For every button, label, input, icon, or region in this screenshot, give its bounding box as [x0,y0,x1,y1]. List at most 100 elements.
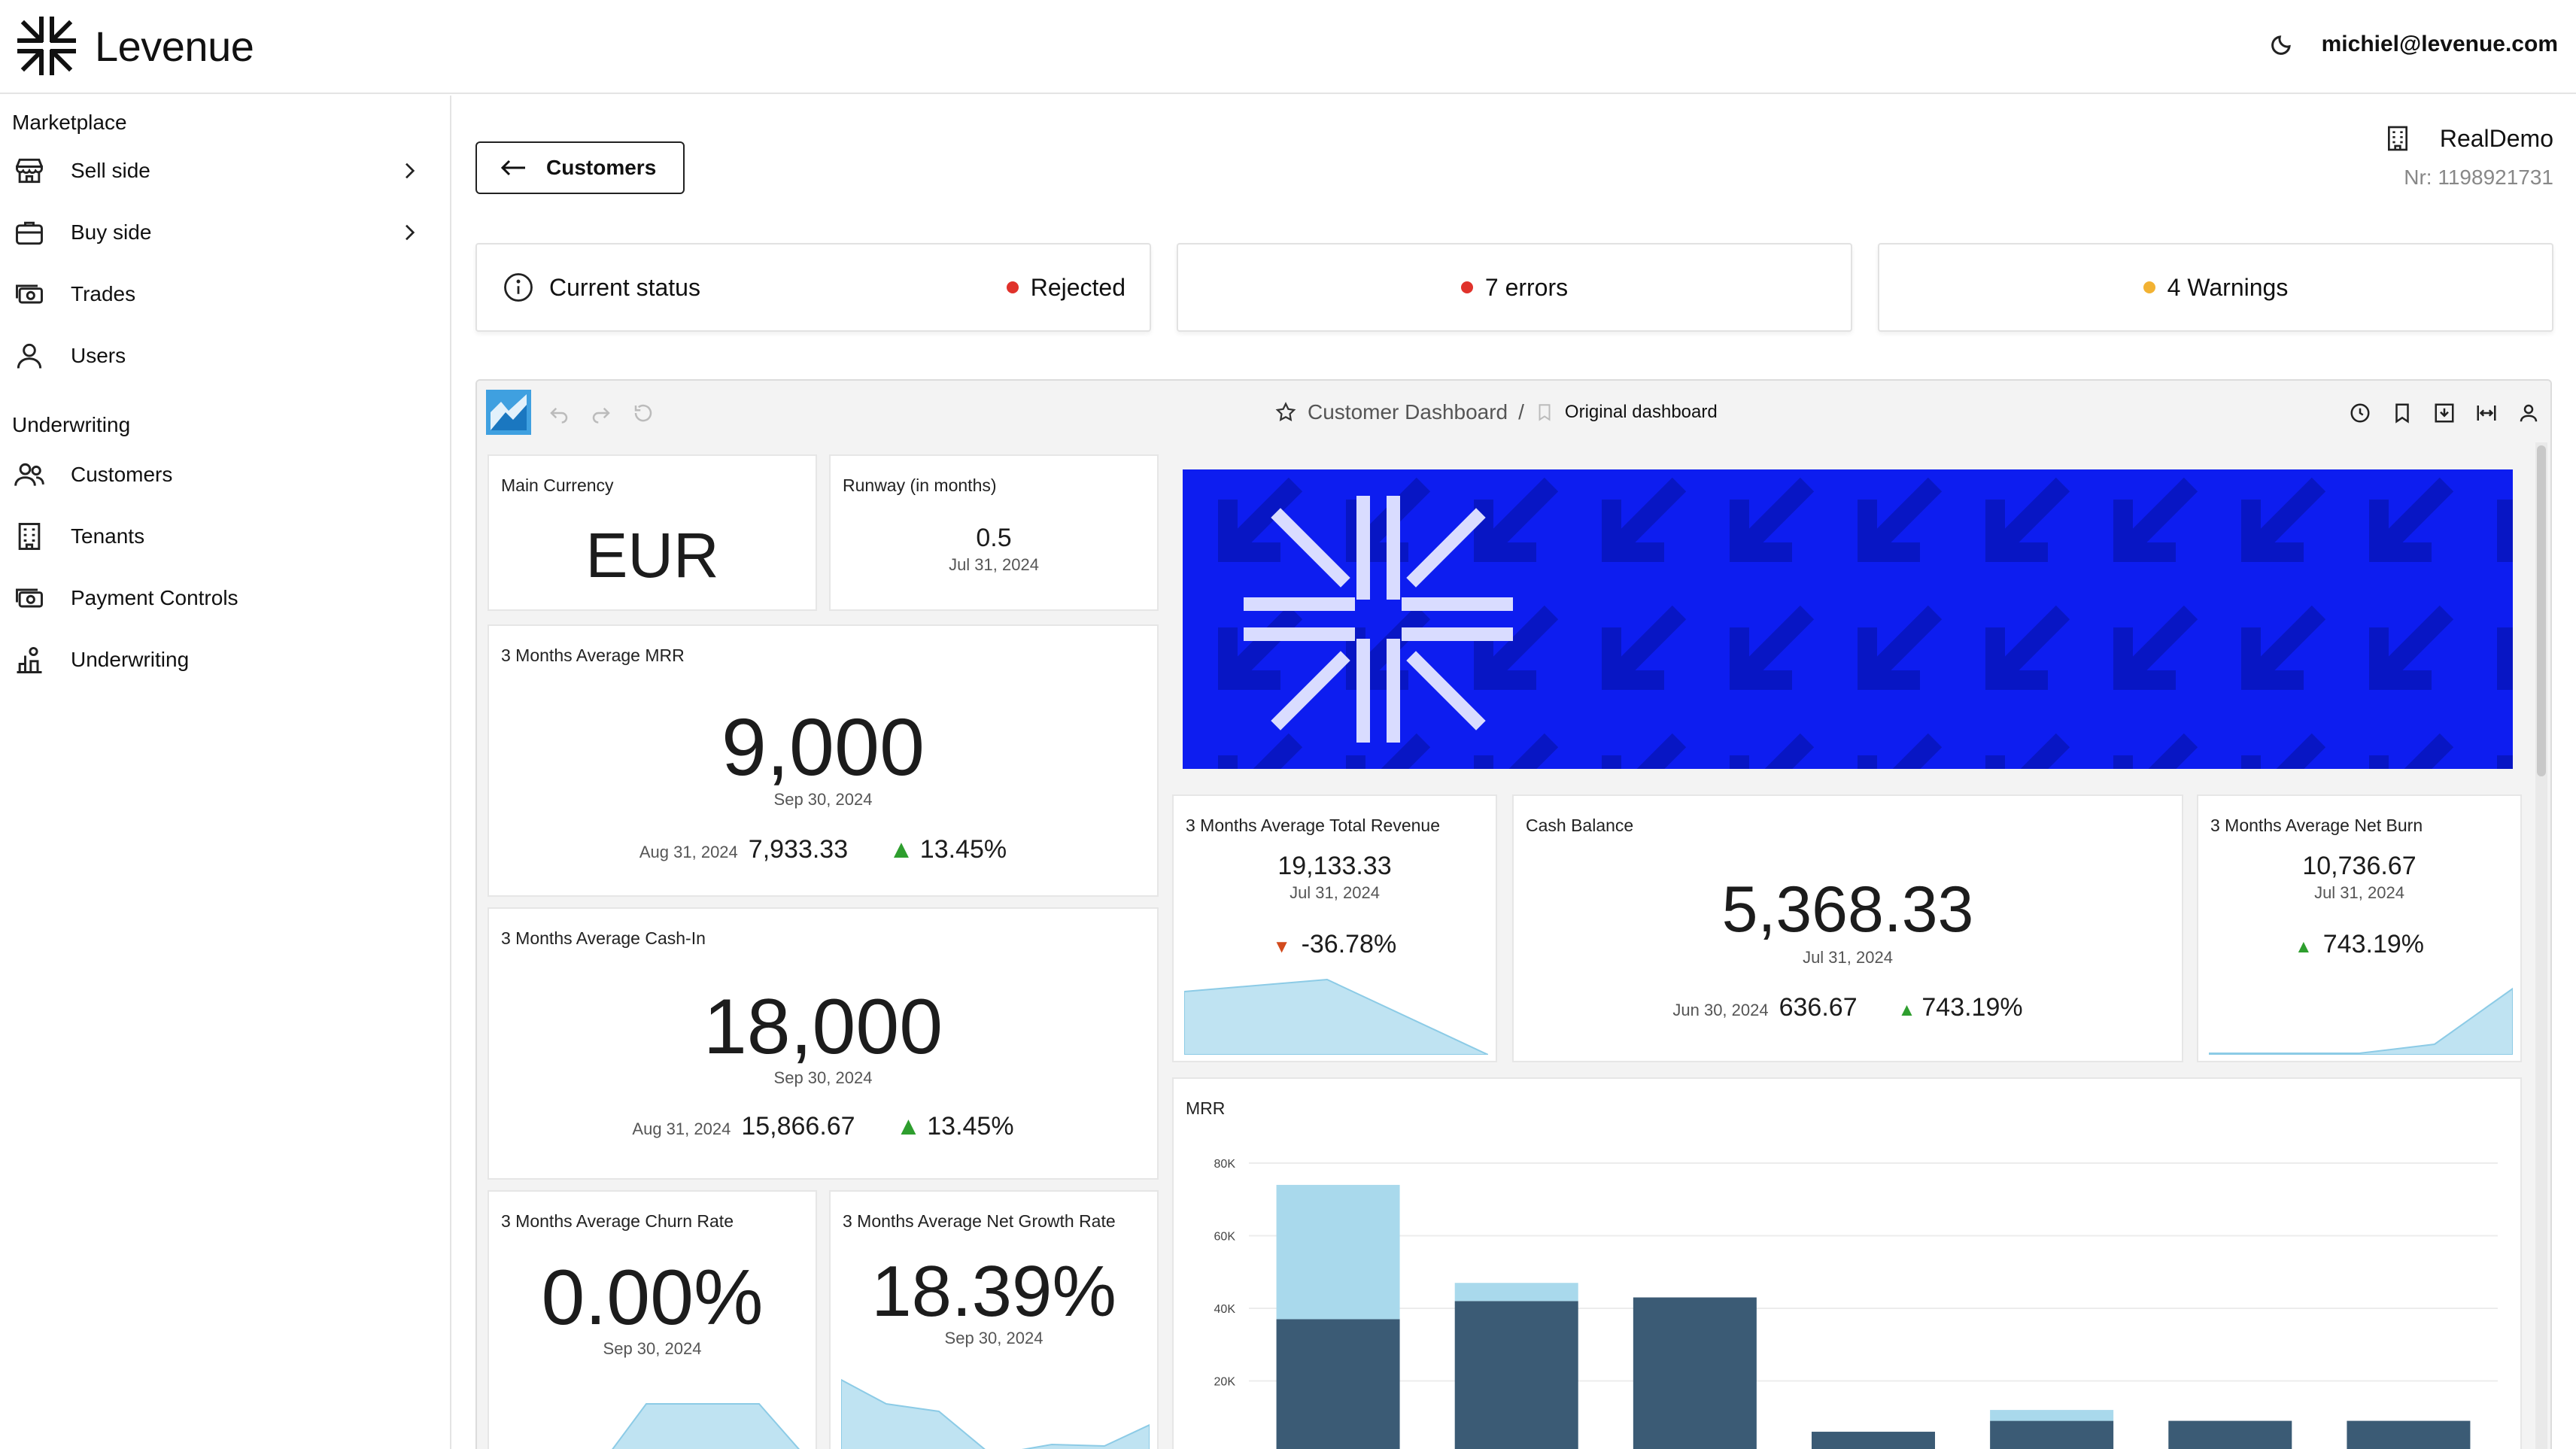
user-email[interactable]: michiel@levenue.com [2322,32,2558,57]
sidebar-item-label: Customers [71,463,173,486]
churn-sparkline [612,1403,800,1449]
brand[interactable]: Levenue [17,15,254,77]
fit-width-icon[interactable] [2475,402,2498,424]
sidebar-item-tenants[interactable]: Tenants [12,512,433,560]
banner-pattern [1183,469,2513,769]
comparison-value: 636.67 [1779,993,1858,1022]
trend-up-icon: ▲ [889,835,914,864]
tile-title: Main Currency [501,475,614,495]
chevron-right-icon [406,163,415,179]
kpi-value: 18.39% [871,1251,1116,1332]
users-icon [12,457,47,492]
dashboard-scrollbar-thumb[interactable] [2537,445,2546,776]
kpi-date: Sep 30, 2024 [773,1068,873,1087]
kpi-main-currency[interactable]: Main Currency EUR [488,454,817,611]
sidebar-item-underwriting[interactable]: Underwriting [12,636,433,684]
star-icon[interactable] [1274,401,1297,424]
kpi-net-growth-rate[interactable]: 3 Months Average Net Growth Rate 18.39% … [829,1190,1159,1449]
status-dot [1006,281,1019,293]
tenant-name: RealDemo [2439,124,2553,152]
y-tick-label: 80K [1214,1158,1236,1171]
undo-icon[interactable] [548,402,570,424]
back-button-label: Customers [546,156,657,179]
tile-title: 3 Months Average MRR [501,646,685,665]
kpi-runway[interactable]: Runway (in months) 0.5 Jul 31, 2024 [829,454,1159,611]
sidebar-item-payment-controls[interactable]: Payment Controls [12,574,433,622]
errors-count: 7 errors [1484,273,1569,301]
status-badge: Rejected [1030,273,1125,301]
dashboard-view-name[interactable]: Original dashboard [1565,402,1718,423]
bar-segment [1990,1410,2114,1421]
kpi-average-cash-in[interactable]: 3 Months Average Cash-In 18,000 Sep 30, … [488,907,1159,1180]
redo-icon[interactable] [590,402,612,424]
app-name: Levenue [95,22,254,70]
download-icon[interactable] [2433,402,2456,424]
kpi-churn-rate[interactable]: 3 Months Average Churn Rate 0.00% Sep 30… [488,1190,817,1449]
moon-icon[interactable] [2269,30,2296,57]
tile-title: 3 Months Average Cash-In [501,928,706,948]
store-icon [12,153,47,188]
error-dot [1460,281,1473,293]
mrr-bar-chart: 80K60K40K20K0 [1214,1158,2498,1449]
errors-card[interactable]: 7 errors [1177,243,1852,332]
kpi-date: Sep 30, 2024 [603,1339,702,1358]
y-tick-label: 60K [1214,1231,1236,1244]
sidebar-item-label: Users [71,344,126,367]
delta-value: 743.19% [2322,930,2424,958]
dashboard-name[interactable]: Customer Dashboard [1308,400,1508,424]
tile-title: 3 Months Average Net Growth Rate [843,1211,1116,1231]
kpi-value: 19,133.33 [1277,852,1392,880]
kpi-comparison: Aug 31, 2024 15,866.67 ▲ 13.45% [489,1112,1157,1141]
kpi-comparison: ▼ -36.78% [1174,930,1496,959]
tile-title: 3 Months Average Total Revenue [1186,816,1440,835]
kpi-total-revenue[interactable]: 3 Months Average Total Revenue 19,133.33… [1172,794,1497,1062]
arrow-left-icon [500,159,525,176]
trend-up-icon: ▲ [1897,1000,1916,1020]
dashboard-breadcrumb: Customer Dashboard / Original dashboard [1274,397,1718,427]
sidebar-item-users[interactable]: Users [12,332,433,380]
trend-up-icon: ▲ [895,1112,922,1141]
y-tick-label: 20K [1214,1376,1236,1389]
sidebar-item-sell-side[interactable]: Sell side [12,147,433,195]
kpi-date: Jul 31, 2024 [1290,883,1380,902]
kpi-average-mrr[interactable]: 3 Months Average MRR 9,000 Sep 30, 2024 … [488,624,1159,897]
warnings-card[interactable]: 4 Warnings [1878,243,2553,332]
embedded-dashboard: Customer Dashboard / Original dashboard … [475,379,2552,1449]
bar-segment [1276,1319,1400,1449]
kpi-date: Sep 30, 2024 [944,1329,1043,1347]
tile-title: Runway (in months) [843,475,997,495]
kpi-cash-balance[interactable]: Cash Balance 5,368.33 Jul 31, 2024 Jun 3… [1512,794,2183,1062]
sidebar-item-label: Sell side [71,159,150,182]
back-to-customers-button[interactable]: Customers [475,141,685,194]
underwriting-icon [12,642,47,677]
briefcase-icon [12,215,47,250]
reset-icon[interactable] [632,402,655,424]
current-status-card: Current status Rejected [475,243,1151,332]
user-icon[interactable] [2517,402,2540,424]
bar-segment [1454,1301,1578,1449]
sidebar-item-customers[interactable]: Customers [12,451,433,499]
kpi-value: EUR [585,520,719,591]
quicksight-logo-icon[interactable] [486,390,531,435]
sidebar-item-label: Tenants [71,524,145,548]
revenue-sparkline [1184,978,1488,1055]
mrr-chart[interactable]: MRR 80K60K40K20K0 [1172,1077,2522,1449]
sidebar-item-label: Underwriting [71,648,190,671]
bar-segment [1990,1420,2114,1449]
tenant-number: Nr: 1198921731 [2404,166,2553,189]
warning-dot [2143,281,2155,293]
sidebar: Marketplace Sell side Buy side Trades Us… [0,96,451,1449]
sidebar-heading-underwriting: Underwriting [12,413,131,436]
bookmark-icon [1539,404,1551,421]
kpi-net-burn[interactable]: 3 Months Average Net Burn 10,736.67 Jul … [2197,794,2522,1062]
bar-segment [1633,1297,1757,1449]
y-tick-label: 40K [1214,1303,1236,1316]
sidebar-item-buy-side[interactable]: Buy side [12,208,433,257]
delta-value: -36.78% [1301,930,1397,958]
bar-segment [1454,1283,1578,1302]
bookmark-icon[interactable] [2391,402,2413,424]
delta-value: 743.19% [1921,993,2023,1022]
delta-value: 13.45% [919,835,1007,864]
clock-icon[interactable] [2349,402,2371,424]
sidebar-item-trades[interactable]: Trades [12,270,433,318]
